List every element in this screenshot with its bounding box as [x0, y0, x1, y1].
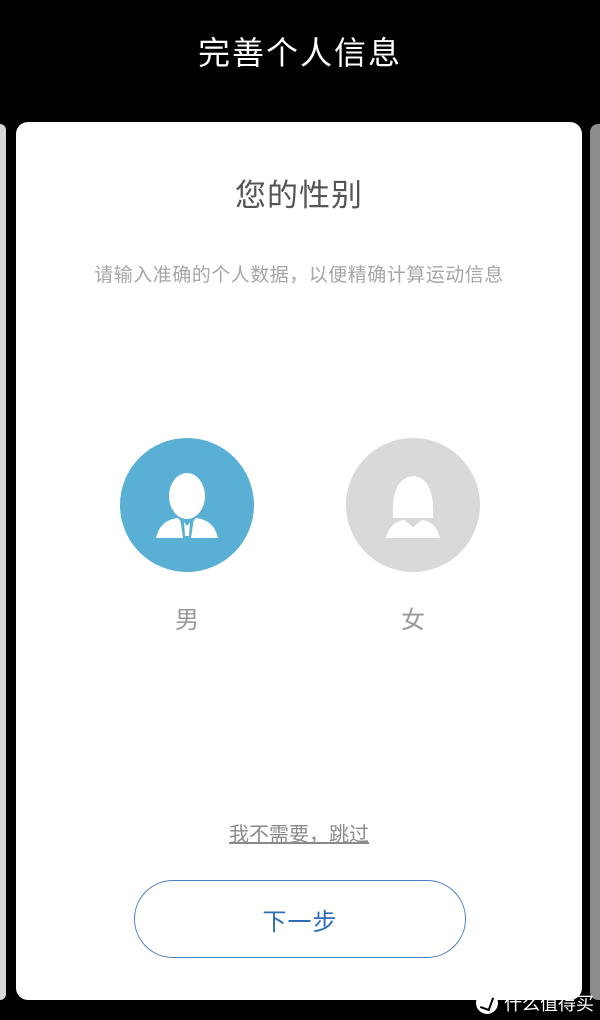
next-button[interactable]: 下一步 [134, 880, 466, 958]
female-avatar-icon[interactable] [346, 438, 480, 572]
male-avatar-icon[interactable] [120, 438, 254, 572]
gender-label-male: 男 [175, 606, 199, 634]
gender-card: 您的性别 请输入准确的个人数据，以便精确计算运动信息 男 女 我不需要，跳过 下… [16, 122, 582, 1000]
previous-card-peek [0, 124, 6, 1000]
card-subtitle: 请输入准确的个人数据，以便精确计算运动信息 [94, 264, 504, 286]
watermark: 什么值得买 [476, 990, 594, 1016]
watermark-logo-icon [476, 992, 498, 1014]
gender-option-female[interactable]: 女 [346, 438, 480, 638]
app-screen: 完善个人信息 您的性别 请输入准确的个人数据，以便精确计算运动信息 男 女 我不… [0, 0, 600, 1020]
next-card-peek [590, 124, 600, 1000]
card-title: 您的性别 [235, 178, 363, 214]
gender-label-female: 女 [401, 606, 425, 634]
skip-link-container: 我不需要，跳过 [16, 818, 582, 847]
watermark-text: 什么值得买 [504, 994, 594, 1015]
gender-option-male[interactable]: 男 [120, 438, 254, 638]
skip-link[interactable]: 我不需要，跳过 [229, 822, 369, 846]
page-title: 完善个人信息 [197, 34, 402, 72]
